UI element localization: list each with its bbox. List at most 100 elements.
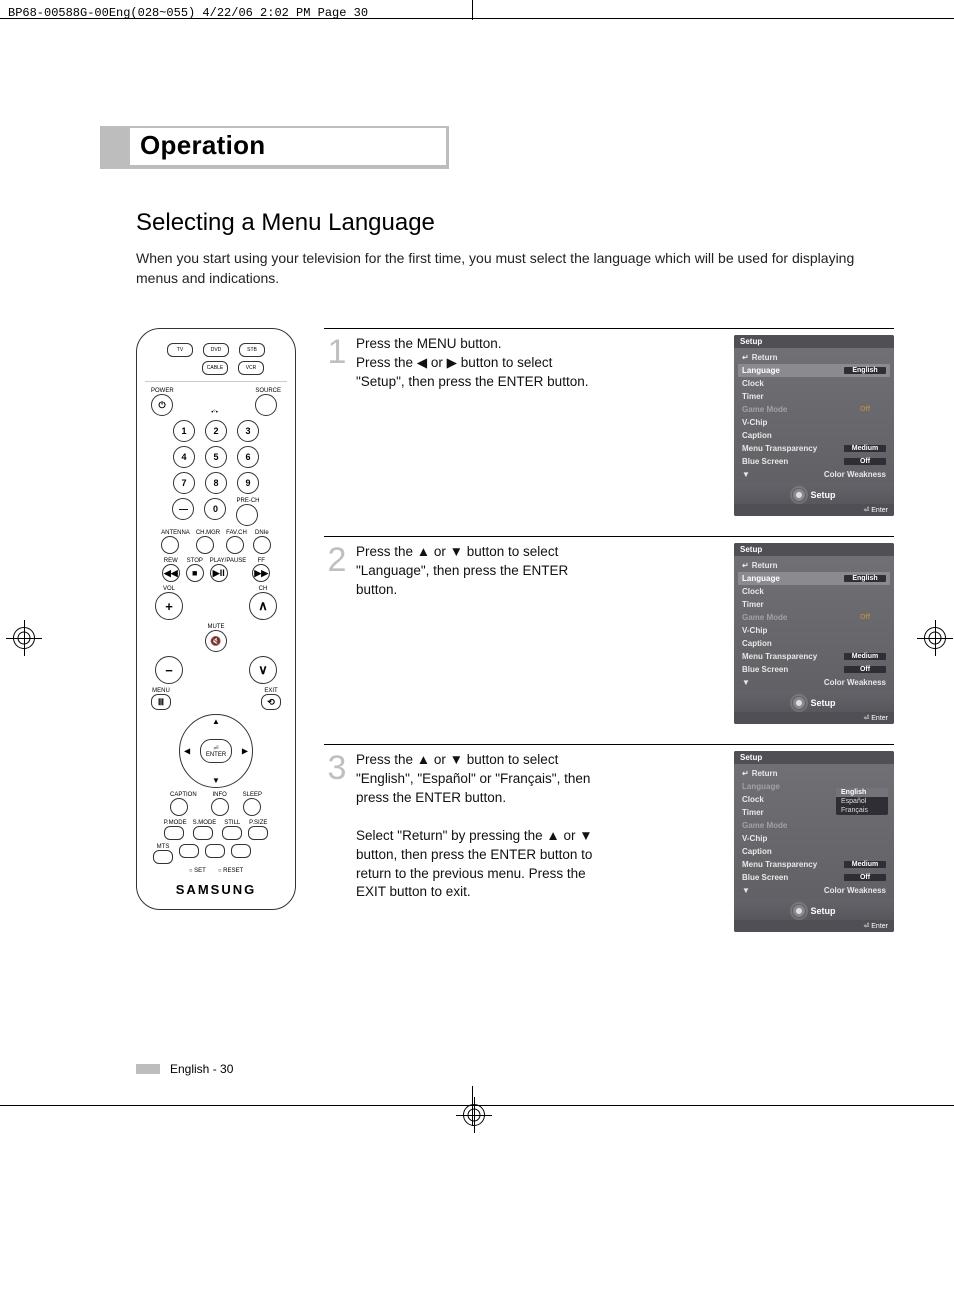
info-label: INFO bbox=[211, 792, 229, 798]
mode-cable-button: CABLE bbox=[202, 361, 228, 375]
antenna-label: ANTENNA bbox=[161, 530, 190, 536]
osd-footer: Setup bbox=[734, 691, 894, 712]
osd-value: Off bbox=[844, 458, 886, 465]
osd-value: Off bbox=[844, 666, 886, 673]
mode-dvd-button: DVD bbox=[203, 343, 229, 357]
osd-item-caption: Caption bbox=[742, 431, 772, 440]
dnie-label: DNIe bbox=[253, 530, 271, 536]
osd-item-caption: Caption bbox=[742, 847, 772, 856]
osd-item-menutrans: Menu Transparency bbox=[742, 652, 817, 661]
osd-value: Medium bbox=[844, 861, 886, 868]
remote-illustration: TV DVD STB CABLE VCR POWER ⏻ •°• SOURCE bbox=[136, 328, 296, 910]
step-row: 3 Press the ▲ or ▼ button to select "Eng… bbox=[324, 744, 894, 932]
language-popup: English Español Français bbox=[836, 788, 888, 815]
num-6: 6 bbox=[237, 446, 259, 468]
num-0: 0 bbox=[204, 498, 226, 520]
osd-value: Medium bbox=[844, 445, 886, 452]
mute-label: MUTE bbox=[205, 624, 227, 630]
osd-item-language: Language bbox=[742, 782, 780, 791]
num-4: 4 bbox=[173, 446, 195, 468]
osd-item-bluescreen: Blue Screen bbox=[742, 873, 788, 882]
lang-option: Français bbox=[836, 806, 888, 815]
osd-item-clock: Clock bbox=[742, 587, 764, 596]
osd-screenshot: Setup Return LanguageEnglish Clock Timer… bbox=[734, 335, 894, 516]
page-footer: English - 30 bbox=[136, 1062, 894, 1076]
osd-item-gamemode: Game Mode bbox=[742, 405, 787, 414]
step-number: 1 bbox=[324, 335, 350, 516]
osd-enter-hint: Enter bbox=[734, 712, 894, 724]
page: Operation Selecting a Menu Language When… bbox=[0, 26, 954, 1156]
pmode-label: P.MODE bbox=[164, 820, 187, 826]
osd-title: Setup bbox=[734, 543, 894, 556]
crop-line bbox=[472, 0, 473, 20]
blank-button bbox=[179, 844, 199, 858]
osd-item-colorweak: Color Weakness bbox=[824, 678, 886, 687]
crop-line bbox=[0, 18, 954, 19]
smode-button bbox=[193, 826, 213, 840]
osd-item-menutrans: Menu Transparency bbox=[742, 860, 817, 869]
osd-item-vchip: V-Chip bbox=[742, 834, 767, 843]
osd-screenshot: Setup Return Language Clock Timer Game M… bbox=[734, 751, 894, 932]
lang-option: English bbox=[836, 788, 888, 797]
source-label: SOURCE bbox=[255, 388, 281, 394]
blank-button bbox=[231, 844, 251, 858]
osd-item-vchip: V-Chip bbox=[742, 626, 767, 635]
power-button: ⏻ bbox=[151, 394, 173, 416]
step-text: Press the ▲ or ▼ button to select "Langu… bbox=[356, 543, 596, 600]
psize-label: P.SIZE bbox=[248, 820, 268, 826]
num-5: 5 bbox=[205, 446, 227, 468]
osd-item-timer: Timer bbox=[742, 392, 764, 401]
osd-title: Setup bbox=[734, 751, 894, 764]
step-number: 3 bbox=[324, 751, 350, 932]
num-1: 1 bbox=[173, 420, 195, 442]
osd-value: Medium bbox=[844, 653, 886, 660]
right-arrow-icon: ▶ bbox=[242, 747, 248, 756]
source-button bbox=[255, 394, 277, 416]
osd-item-bluescreen: Blue Screen bbox=[742, 457, 788, 466]
return-item: Return bbox=[742, 353, 777, 362]
registration-mark-icon bbox=[6, 620, 42, 656]
mts-label: MTS bbox=[153, 844, 173, 850]
registration-mark-icon bbox=[917, 620, 953, 656]
exit-button: ⟲ bbox=[261, 694, 281, 710]
num-8: 8 bbox=[205, 472, 227, 494]
gear-icon bbox=[792, 904, 806, 918]
section-header-accent bbox=[100, 126, 130, 169]
reset-label: RESET bbox=[223, 868, 243, 874]
pmode-button bbox=[164, 826, 184, 840]
rew-button: ◀◀ bbox=[162, 564, 180, 582]
crop-mark-header: BP68-00588G-00Eng(028~055) 4/22/06 2:02 … bbox=[0, 0, 954, 26]
osd-item-bluescreen: Blue Screen bbox=[742, 665, 788, 674]
osd-item-gamemode: Game Mode bbox=[742, 613, 787, 622]
step-text: Press the MENU button. Press the ◀ or ▶ … bbox=[356, 335, 596, 392]
sleep-button bbox=[243, 798, 261, 816]
brand-label: SAMSUNG bbox=[145, 882, 287, 897]
vol-down-button: − bbox=[155, 656, 183, 684]
ff-button: ▶▶ bbox=[252, 564, 270, 582]
mts-button bbox=[153, 850, 173, 864]
dnie-button bbox=[253, 536, 271, 554]
info-button bbox=[211, 798, 229, 816]
ff-label: FF bbox=[252, 558, 270, 564]
osd-footer: Setup bbox=[734, 899, 894, 920]
osd-item-menutrans: Menu Transparency bbox=[742, 444, 817, 453]
osd-item-language: Language bbox=[742, 574, 780, 583]
ch-label: CH bbox=[249, 586, 277, 592]
still-button bbox=[222, 826, 242, 840]
antenna-button bbox=[161, 536, 179, 554]
osd-value: Off bbox=[844, 874, 886, 881]
osd-item-clock: Clock bbox=[742, 795, 764, 804]
crop-line bbox=[472, 1086, 473, 1126]
steps-column: 1 Press the MENU button. Press the ◀ or … bbox=[324, 328, 894, 952]
crop-line bbox=[0, 1105, 954, 1106]
num-2: 2 bbox=[205, 420, 227, 442]
vol-up-button: + bbox=[155, 592, 183, 620]
osd-value: Off bbox=[844, 614, 886, 621]
step-text: Press the ▲ or ▼ button to select "Engli… bbox=[356, 751, 596, 902]
osd-item-gamemode: Game Mode bbox=[742, 821, 787, 830]
osd-value: Off bbox=[844, 406, 886, 413]
play-button: ▶II bbox=[210, 564, 228, 582]
ch-up-button: ∧ bbox=[249, 592, 277, 620]
osd-enter-hint: Enter bbox=[734, 920, 894, 932]
osd-item-timer: Timer bbox=[742, 600, 764, 609]
